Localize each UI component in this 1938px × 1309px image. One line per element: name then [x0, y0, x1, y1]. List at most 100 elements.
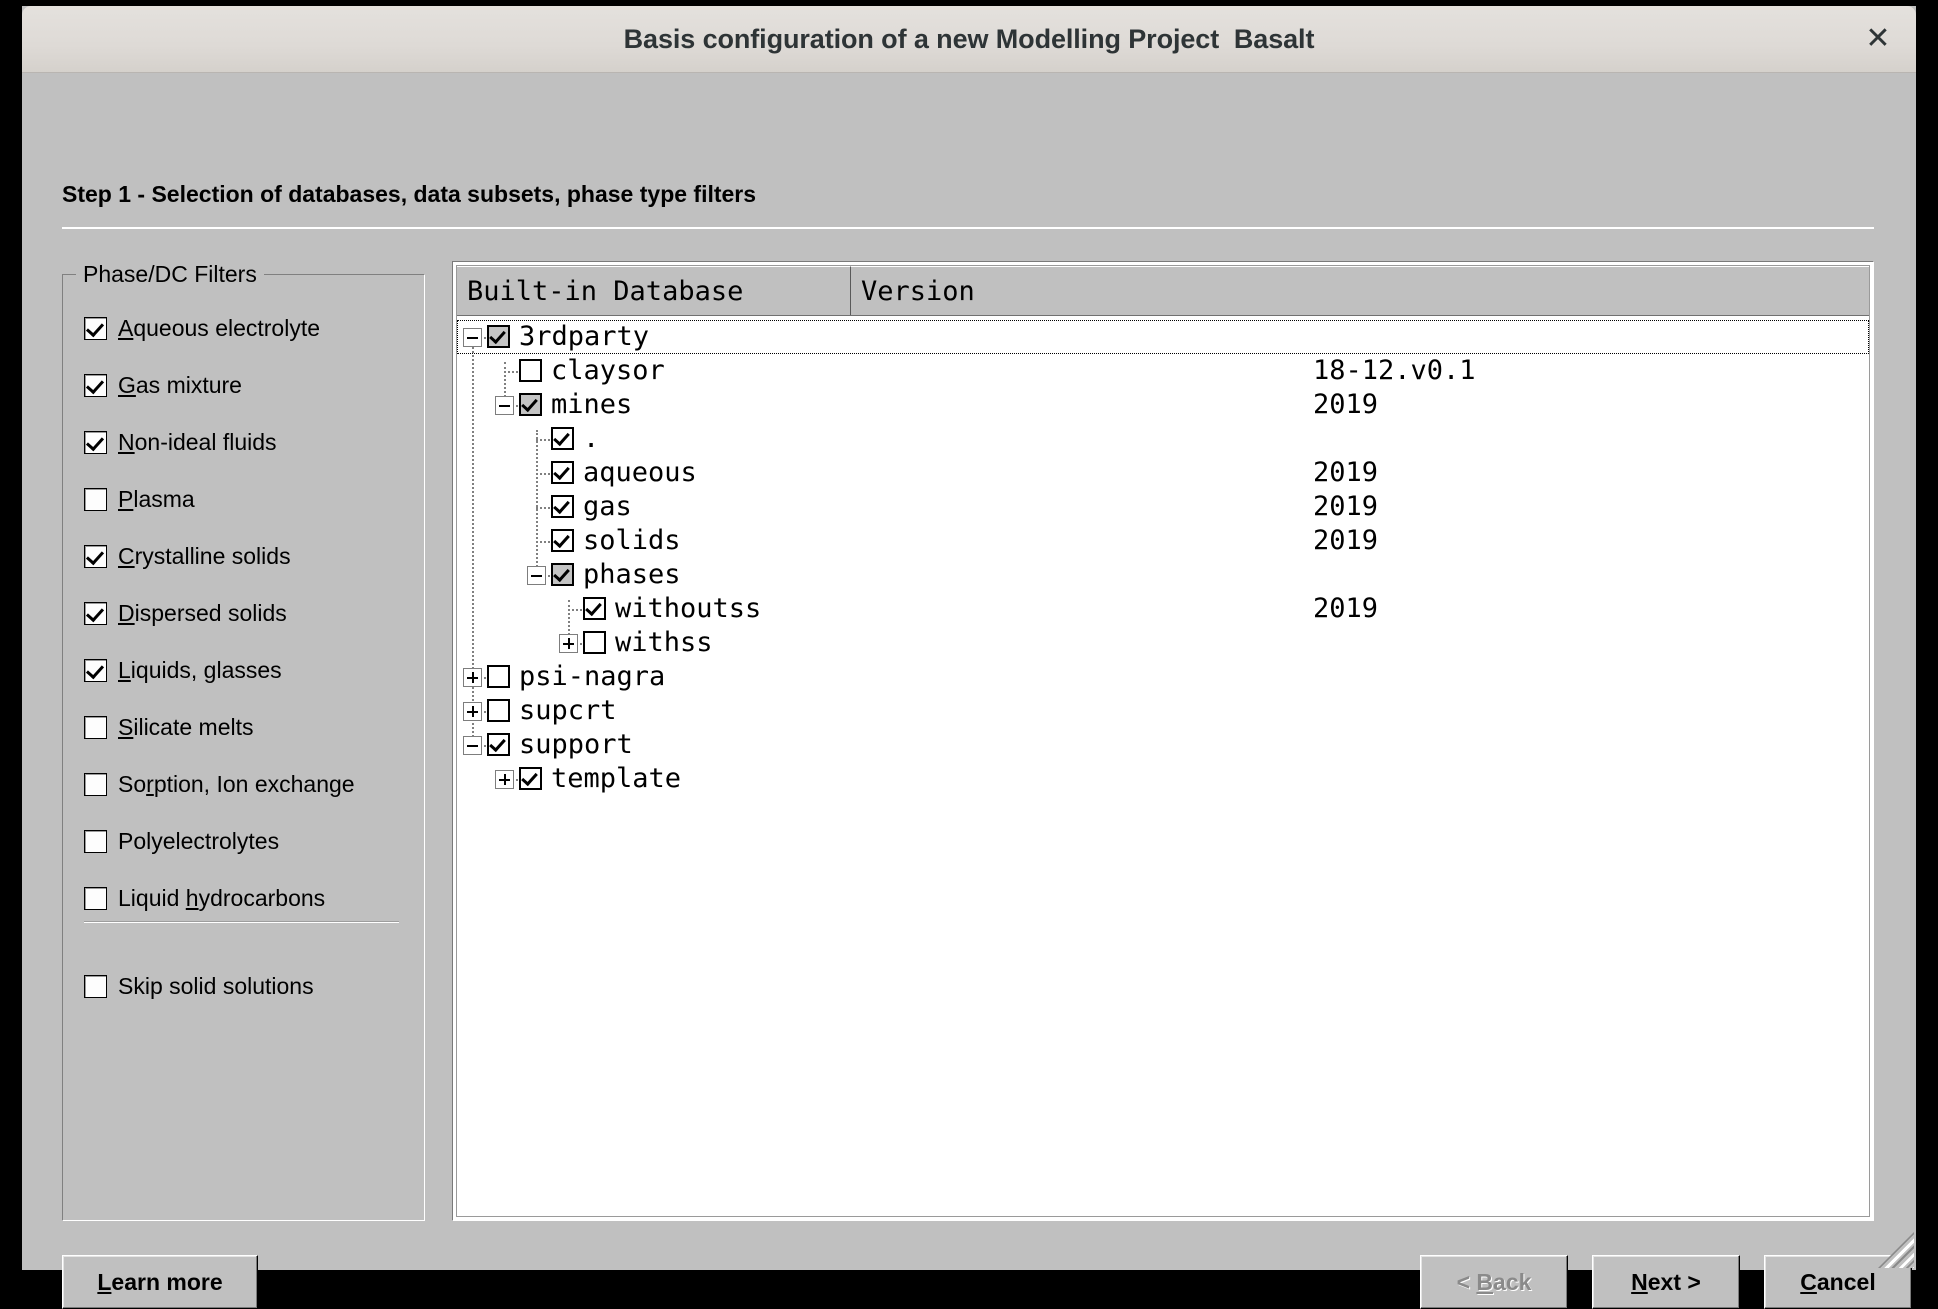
tree-row[interactable]: . — [457, 422, 1869, 456]
tree-node-label: withoutss — [615, 593, 762, 624]
dialog-window: Basis configuration of a new Modelling P… — [22, 6, 1916, 1309]
checkbox-checked-icon[interactable] — [551, 495, 574, 518]
filter-checkbox-row[interactable]: Sorption, Ion exchange — [84, 766, 355, 802]
tree-inner: Built-in Database Version 3rdparty clayso… — [456, 265, 1870, 1217]
tree-row[interactable]: gas 2019 — [457, 490, 1869, 524]
filter-checkbox-row[interactable]: Dispersed solids — [84, 595, 287, 631]
page-title: Step 1 - Selection of databases, data su… — [62, 181, 757, 207]
filter-checkbox-row[interactable]: Crystalline solids — [84, 538, 291, 574]
tree-node-label: phases — [583, 559, 681, 590]
checkbox-unchecked-icon[interactable] — [487, 665, 510, 688]
collapse-icon[interactable] — [463, 328, 482, 347]
column-header-name[interactable]: Built-in Database — [457, 266, 851, 315]
tree-row[interactable]: mines 2019 — [457, 388, 1869, 422]
tree-row[interactable]: solids 2019 — [457, 524, 1869, 558]
phase-dc-filters-group: Phase/DC Filters Aqueous electrolyte Gas … — [62, 261, 425, 1221]
filter-checkbox-list: Aqueous electrolyte Gas mixture Non-ideal … — [62, 274, 423, 1219]
tree-row[interactable]: template — [457, 762, 1869, 796]
expand-icon[interactable] — [463, 702, 482, 721]
tree-node-version: 2019 — [1313, 457, 1379, 488]
checkbox-unchecked-icon[interactable] — [84, 829, 107, 853]
tree-node-version: 2019 — [1313, 389, 1379, 420]
next-button[interactable]: Next > — [1592, 1255, 1740, 1309]
filter-checkbox-row[interactable]: Aqueous electrolyte — [84, 310, 320, 346]
filter-label: Silicate melts — [118, 713, 254, 740]
tree-node-version: 18-12.v0.1 — [1313, 355, 1476, 386]
checkbox-checked-icon[interactable] — [583, 597, 606, 620]
filter-checkbox-row[interactable]: Skip solid solutions — [84, 968, 314, 1004]
checkbox-unchecked-icon[interactable] — [84, 715, 107, 739]
filter-checkbox-row[interactable]: Polyelectrolytes — [84, 823, 279, 859]
checkbox-checked-icon[interactable] — [519, 767, 542, 790]
tree-node-label: supcrt — [519, 695, 617, 726]
tree-row[interactable]: 3rdparty — [457, 320, 1869, 354]
filter-checkbox-row[interactable]: Silicate melts — [84, 709, 254, 745]
checkbox-checked-icon[interactable] — [84, 430, 107, 454]
tree-row[interactable]: withoutss 2019 — [457, 592, 1869, 626]
tree-row[interactable]: phases — [457, 558, 1869, 592]
learn-more-button[interactable]: Learn more — [62, 1255, 258, 1309]
close-icon[interactable]: ✕ — [1848, 6, 1908, 72]
tree-row[interactable]: psi-nagra — [457, 660, 1869, 694]
collapse-icon[interactable] — [495, 396, 514, 415]
checkbox-partial-icon[interactable] — [519, 393, 542, 416]
back-button[interactable]: < Back — [1420, 1255, 1568, 1309]
tree-node-label: . — [583, 423, 600, 454]
checkbox-unchecked-icon[interactable] — [84, 487, 107, 511]
tree-node-label: template — [551, 763, 682, 794]
tree-node-label: support — [519, 729, 633, 760]
checkbox-checked-icon[interactable] — [551, 427, 574, 450]
expand-icon[interactable] — [559, 634, 578, 653]
checkbox-unchecked-icon[interactable] — [519, 359, 542, 382]
tree-row[interactable]: supcrt — [457, 694, 1869, 728]
checkbox-checked-icon[interactable] — [551, 461, 574, 484]
expand-icon[interactable] — [463, 668, 482, 687]
window-title: Basis configuration of a new Modelling P… — [623, 23, 1315, 54]
checkbox-checked-icon[interactable] — [487, 733, 510, 756]
tree-node-label: claysor — [551, 355, 665, 386]
checkbox-partial-icon[interactable] — [487, 325, 510, 348]
checkbox-unchecked-icon[interactable] — [84, 886, 107, 910]
filter-checkbox-row[interactable]: Liquid hydrocarbons — [84, 880, 325, 916]
tree-header: Built-in Database Version — [457, 266, 1869, 316]
tree-node-label: gas — [583, 491, 632, 522]
filter-label: Crystalline solids — [118, 542, 291, 569]
filter-label: Non-ideal fluids — [118, 428, 277, 455]
title-bar: Basis configuration of a new Modelling P… — [22, 6, 1916, 73]
tree-row[interactable]: claysor 18-12.v0.1 — [457, 354, 1869, 388]
tree-row[interactable]: aqueous 2019 — [457, 456, 1869, 490]
filter-checkbox-row[interactable]: Gas mixture — [84, 367, 242, 403]
expand-icon[interactable] — [495, 770, 514, 789]
checkbox-checked-icon[interactable] — [551, 529, 574, 552]
checkbox-unchecked-icon[interactable] — [84, 772, 107, 796]
checkbox-checked-icon[interactable] — [84, 373, 107, 397]
filter-checkbox-row[interactable]: Liquids, glasses — [84, 652, 282, 688]
tree-node-label: withss — [615, 627, 713, 658]
filter-checkbox-row[interactable]: Non-ideal fluids — [84, 424, 277, 460]
tree-node-label: aqueous — [583, 457, 697, 488]
checkbox-unchecked-icon[interactable] — [487, 699, 510, 722]
tree-node-label: psi-nagra — [519, 661, 666, 692]
tree-row[interactable]: withss — [457, 626, 1869, 660]
tree-node-label: mines — [551, 389, 633, 420]
database-tree-panel: Built-in Database Version 3rdparty clayso… — [452, 261, 1874, 1221]
checkbox-checked-icon[interactable] — [84, 316, 107, 340]
filter-checkbox-row[interactable]: Plasma — [84, 481, 195, 517]
checkbox-checked-icon[interactable] — [84, 658, 107, 682]
checkbox-checked-icon[interactable] — [84, 544, 107, 568]
checkbox-checked-icon[interactable] — [84, 601, 107, 625]
filter-label: Gas mixture — [118, 371, 242, 398]
checkbox-unchecked-icon[interactable] — [583, 631, 606, 654]
filter-label: Sorption, Ion exchange — [118, 770, 355, 797]
collapse-icon[interactable] — [463, 736, 482, 755]
tree-node-label: solids — [583, 525, 681, 556]
tree-row[interactable]: support — [457, 728, 1869, 762]
checkbox-unchecked-icon[interactable] — [84, 974, 107, 998]
heading-divider — [62, 227, 1874, 229]
dialog-content: Step 1 - Selection of databases, data su… — [22, 73, 1916, 1309]
filter-label: Liquids, glasses — [118, 656, 282, 683]
collapse-icon[interactable] — [527, 566, 546, 585]
resize-grip[interactable] — [1878, 1232, 1914, 1268]
column-header-version[interactable]: Version — [851, 266, 1869, 315]
checkbox-partial-icon[interactable] — [551, 563, 574, 586]
